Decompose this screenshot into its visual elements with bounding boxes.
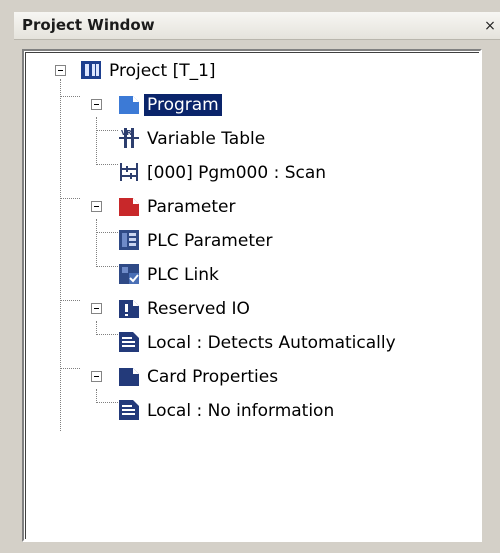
reserved-io-icon xyxy=(119,300,139,318)
close-button[interactable]: × xyxy=(482,18,498,34)
tree-connector xyxy=(60,96,80,97)
collapse-toggle-reserved-io[interactable] xyxy=(91,303,102,314)
tree-node-scan-program[interactable]: [000] Pgm000 : Scan xyxy=(118,160,378,186)
tree-node-plc-link[interactable]: PLC Link xyxy=(118,262,358,288)
tree-connector xyxy=(96,232,118,233)
tree-connector xyxy=(96,402,118,403)
tree-node-label: Project [T_1] xyxy=(109,61,216,81)
project-window: Project Window × Project [T_1] Program V… xyxy=(0,0,500,553)
tree-connector xyxy=(60,79,61,431)
tree-connector xyxy=(96,130,118,131)
tree-node-label: [000] Pgm000 : Scan xyxy=(147,163,327,183)
tree-node-card-properties[interactable]: Card Properties xyxy=(118,364,358,390)
tree-connector xyxy=(96,334,118,335)
parameter-folder-icon xyxy=(119,198,139,216)
tree-node-project[interactable]: Project [T_1] xyxy=(80,58,280,84)
card-properties-icon xyxy=(119,368,139,386)
tree-node-program[interactable]: Program xyxy=(118,92,318,118)
collapse-toggle-card-properties[interactable] xyxy=(91,371,102,382)
tree-node-local-no-info[interactable]: Local : No information xyxy=(118,398,418,424)
variable-table-icon: VR xyxy=(119,128,139,148)
tree-node-label: Program xyxy=(144,94,222,116)
ladder-program-icon xyxy=(120,163,138,181)
collapse-toggle-project[interactable] xyxy=(55,65,66,76)
tree-node-label: Reserved IO xyxy=(147,299,250,319)
tree-node-label: Parameter xyxy=(147,197,236,217)
tree-node-label: PLC Parameter xyxy=(147,231,273,251)
tree-node-label: Local : Detects Automatically xyxy=(147,333,396,353)
collapse-toggle-parameter[interactable] xyxy=(91,201,102,212)
tree-connector xyxy=(96,164,118,165)
io-module-icon xyxy=(119,332,139,352)
tree-node-label: Variable Table xyxy=(147,129,266,149)
tree-connector xyxy=(96,321,97,335)
window-title: Project Window xyxy=(22,16,155,34)
tree-connector xyxy=(60,368,80,369)
tree-node-label: PLC Link xyxy=(147,265,219,285)
tree-connector xyxy=(96,219,97,267)
tree-connector xyxy=(96,266,118,267)
program-folder-icon xyxy=(119,96,139,114)
tree-node-plc-parameter[interactable]: PLC Parameter xyxy=(118,228,358,254)
tree-connector xyxy=(60,300,80,301)
io-module-icon xyxy=(119,400,139,420)
project-tree[interactable]: Project [T_1] Program VR Variable Table … xyxy=(22,49,482,542)
project-icon xyxy=(81,61,101,79)
collapse-toggle-program[interactable] xyxy=(91,99,102,110)
tree-connector xyxy=(60,198,80,199)
title-bar[interactable]: Project Window × xyxy=(14,12,500,40)
svg-text:VR: VR xyxy=(121,129,132,137)
tree-node-parameter[interactable]: Parameter xyxy=(118,194,318,220)
plc-parameter-icon xyxy=(119,230,139,250)
tree-node-variable-table[interactable]: VR Variable Table xyxy=(118,126,358,152)
tree-node-reserved-io[interactable]: Reserved IO xyxy=(118,296,338,322)
plc-link-icon xyxy=(119,264,139,284)
tree-node-label: Card Properties xyxy=(147,367,279,387)
tree-node-local-detects[interactable]: Local : Detects Automatically xyxy=(118,330,458,356)
tree-node-label: Local : No information xyxy=(147,401,335,421)
tree-area: Project [T_1] Program VR Variable Table … xyxy=(25,52,479,539)
tree-connector xyxy=(96,117,97,165)
tree-connector xyxy=(96,389,97,403)
